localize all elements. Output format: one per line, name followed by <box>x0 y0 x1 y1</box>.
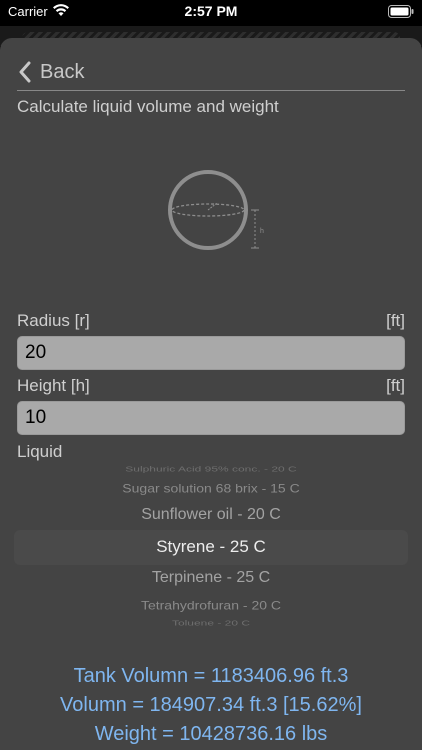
results-panel: Tank Volumn = 1183406.96 ft.3 Volumn = 1… <box>0 662 422 749</box>
radius-unit: [ft] <box>386 311 405 330</box>
picker-item[interactable]: Toluene - 20 C <box>0 619 422 627</box>
status-time: 2:57 PM <box>184 3 238 19</box>
calculator-sheet: Back Calculate liquid volume and weight … <box>0 38 422 750</box>
liquid-volume-result: Volumn = 184907.34 ft.3 [15.62%] <box>60 694 362 716</box>
back-button[interactable]: Back <box>18 52 84 92</box>
picker-item[interactable]: Sunflower oil - 20 C <box>0 506 422 524</box>
status-bar: Carrier 2:57 PM <box>0 0 422 26</box>
height-input[interactable] <box>17 401 405 435</box>
height-label: Height [h] <box>17 376 90 395</box>
back-label: Back <box>40 60 85 83</box>
height-mark: h <box>260 228 264 235</box>
picker-item[interactable]: Tetrahydrofuran - 20 C <box>0 598 422 612</box>
sphere-tank-diagram: h <box>168 170 264 250</box>
nav-divider <box>17 90 405 91</box>
radius-input[interactable] <box>17 336 405 370</box>
tank-volume-result: Tank Volumn = 1183406.96 ft.3 <box>73 665 349 687</box>
page-subtitle: Calculate liquid volume and weight <box>17 97 279 116</box>
picker-item[interactable]: Sulphuric Acid 95% conc. - 20 C <box>0 465 422 473</box>
battery-icon <box>388 5 414 18</box>
picker-item-selected[interactable]: Styrene - 25 C <box>0 537 422 557</box>
picker-item[interactable]: Terpinene - 25 C <box>0 569 422 587</box>
chevron-left-icon <box>19 61 31 83</box>
liquid-weight-result: Weight = 10428736.16 lbs <box>94 723 328 745</box>
liquid-label: Liquid <box>17 442 63 461</box>
radius-label: Radius [r] <box>17 311 90 330</box>
height-unit: [ft] <box>386 376 405 395</box>
liquid-picker[interactable]: Sulphuric Acid 95% conc. - 20 C Sugar so… <box>0 464 422 632</box>
picker-item[interactable]: Sugar solution 68 brix - 15 C <box>0 481 422 495</box>
